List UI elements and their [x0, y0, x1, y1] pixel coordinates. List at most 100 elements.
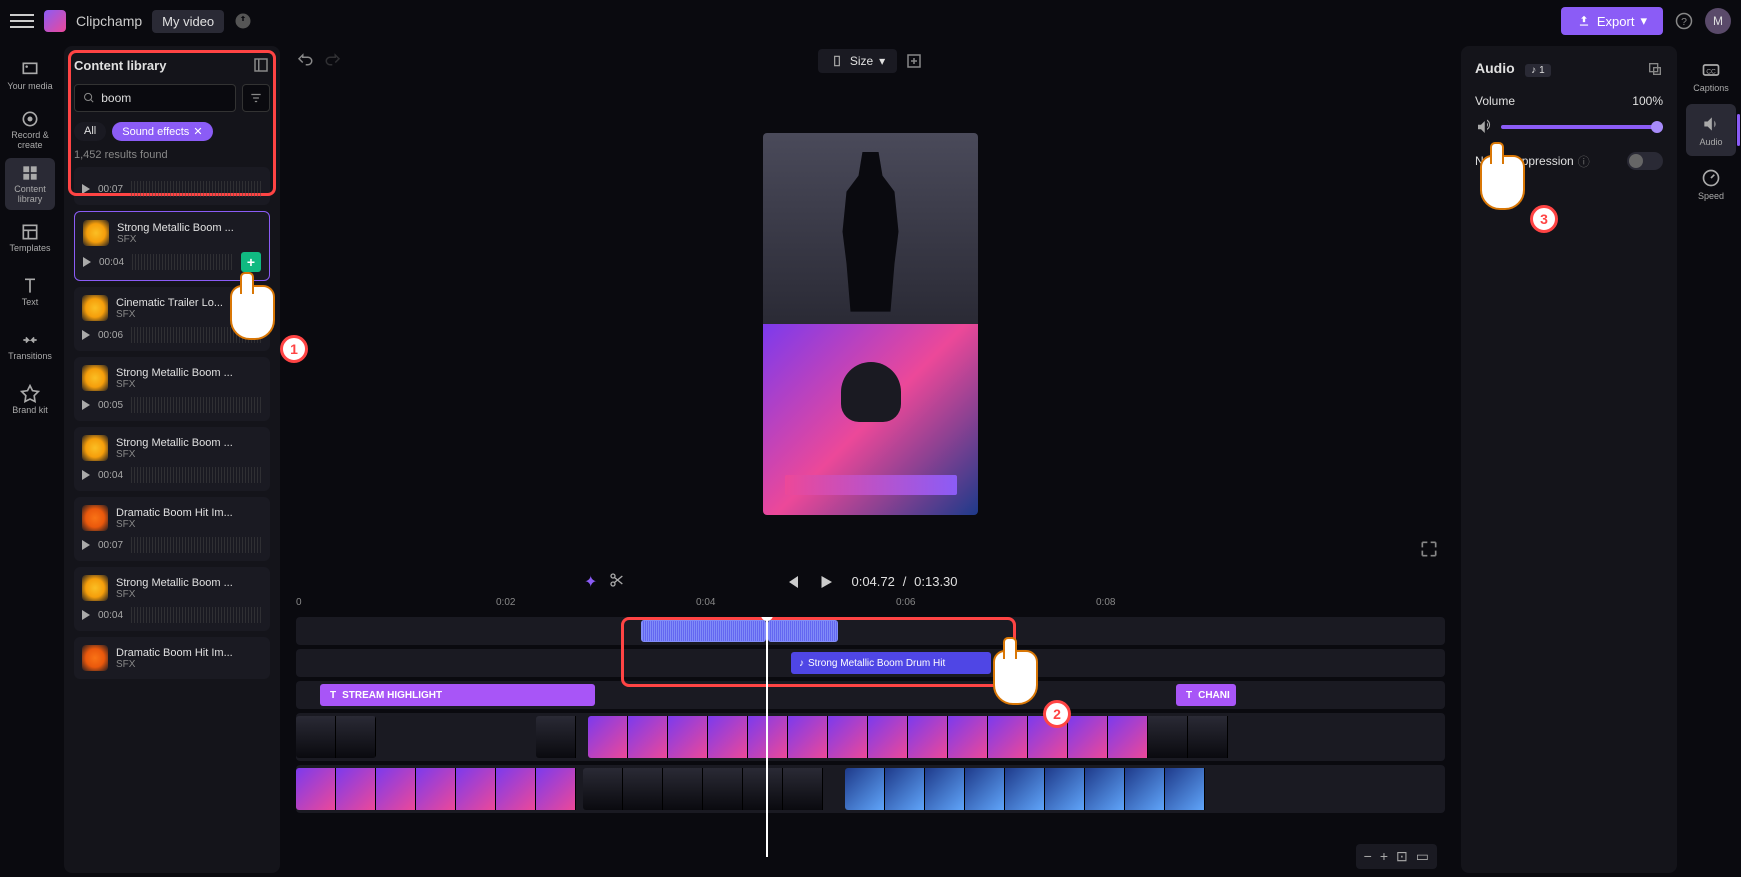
rail-transitions[interactable]: Transitions	[5, 320, 55, 372]
search-box[interactable]	[74, 84, 236, 112]
skip-back-button[interactable]	[783, 573, 801, 591]
right-rail-speed[interactable]: Speed	[1686, 158, 1736, 210]
rail-brand-kit[interactable]: Brand kit	[5, 374, 55, 426]
sound-item[interactable]: Strong Metallic Boom ...SFX00:04+	[74, 211, 270, 281]
sound-name: Strong Metallic Boom ...	[116, 367, 262, 379]
speaker-icon[interactable]	[1475, 118, 1493, 136]
waveform	[131, 607, 262, 623]
video-track-2[interactable]	[296, 765, 1445, 813]
sound-item[interactable]: Strong Metallic Boom ...SFX00:04	[74, 567, 270, 631]
audio-track-1[interactable]	[296, 617, 1445, 645]
volume-slider[interactable]	[1501, 125, 1663, 129]
video-clip-2c[interactable]	[845, 768, 1236, 810]
info-icon[interactable]: ⓘ	[1578, 153, 1590, 170]
sound-duration: 00:06	[98, 330, 123, 341]
right-rail-audio-tab[interactable]: Audio	[1686, 104, 1736, 156]
audio-clip-1[interactable]	[641, 620, 766, 642]
add-button[interactable]: +	[241, 252, 261, 272]
play-icon[interactable]	[82, 330, 90, 340]
video-clip-2b[interactable]	[583, 768, 843, 810]
play-icon[interactable]	[82, 470, 90, 480]
rail-your-media[interactable]: Your media	[5, 50, 55, 102]
undo-button[interactable]	[296, 52, 314, 70]
export-button[interactable]: Export ▾	[1561, 7, 1663, 35]
user-avatar[interactable]: M	[1705, 8, 1731, 34]
fullscreen-button[interactable]	[1419, 539, 1439, 559]
sound-item[interactable]: Dramatic Boom Hit Im...SFX	[74, 637, 270, 679]
play-icon[interactable]	[82, 184, 90, 194]
play-icon[interactable]	[82, 610, 90, 620]
detach-icon[interactable]	[1647, 61, 1663, 77]
sound-duration: 00:04	[98, 610, 123, 621]
project-name[interactable]: My video	[152, 10, 224, 33]
noise-toggle[interactable]	[1627, 152, 1663, 170]
play-icon[interactable]	[82, 540, 90, 550]
ruler-tick: 0:04	[696, 597, 715, 608]
expand-button[interactable]: ▭	[1416, 848, 1429, 865]
slider-thumb[interactable]	[1651, 121, 1663, 133]
video-clip-1a[interactable]	[296, 716, 376, 758]
play-icon[interactable]	[82, 400, 90, 410]
chevron-down-icon: ▾	[1640, 13, 1647, 29]
rail-text[interactable]: Text	[5, 266, 55, 318]
video-preview[interactable]	[763, 133, 978, 515]
search-input[interactable]	[101, 91, 227, 105]
help-icon[interactable]: ?	[1675, 12, 1693, 30]
fit-button[interactable]: ⊡	[1396, 848, 1408, 865]
chevron-down-icon: ▾	[879, 54, 885, 68]
redo-button[interactable]	[324, 52, 342, 70]
rail-record-create[interactable]: Record & create	[5, 104, 55, 156]
rail-label: Captions	[1693, 83, 1729, 93]
zoom-out-button[interactable]: −	[1364, 848, 1372, 865]
close-icon[interactable]: ✕	[193, 125, 202, 138]
chip-all[interactable]: All	[74, 122, 106, 141]
sound-duration: 00:07	[98, 184, 123, 195]
zoom-in-button[interactable]: +	[1380, 848, 1388, 865]
sound-item[interactable]: Strong Metallic Boom ...SFX00:04	[74, 427, 270, 491]
video-clip-1b[interactable]	[536, 716, 586, 758]
ruler-tick: 0	[296, 597, 302, 608]
sound-item[interactable]: Dramatic Boom Hit Im...SFX00:07	[74, 497, 270, 561]
sound-item[interactable]: Cinematic Trailer Lo...SFX00:06	[74, 287, 270, 351]
results-count: 1,452 results found	[74, 149, 270, 161]
audio-track-2[interactable]: ♪ Strong Metallic Boom Drum Hit	[296, 649, 1445, 677]
video-track-1[interactable]	[296, 713, 1445, 761]
rail-content-library[interactable]: Content library	[5, 158, 55, 210]
volume-label: Volume	[1475, 94, 1515, 108]
sound-duration: 00:05	[98, 400, 123, 411]
rail-label: Speed	[1698, 191, 1724, 201]
video-clip-2a[interactable]	[296, 768, 581, 810]
brand-kit-icon	[20, 384, 40, 404]
magic-button[interactable]: ✦	[584, 572, 597, 592]
play-icon[interactable]	[83, 257, 91, 267]
playhead[interactable]	[766, 617, 768, 857]
export-frame-icon[interactable]	[905, 52, 923, 70]
timeline-ruler[interactable]: 00:020:040:060:08	[296, 597, 1445, 617]
music-clip[interactable]: ♪ Strong Metallic Boom Drum Hit	[791, 652, 991, 674]
menu-button[interactable]	[10, 9, 34, 33]
ruler-tick: 0:06	[896, 597, 915, 608]
size-selector[interactable]: Size ▾	[818, 49, 897, 73]
audio-clip-2[interactable]	[768, 620, 838, 642]
sound-duration: 00:07	[98, 540, 123, 551]
expand-icon[interactable]	[252, 56, 270, 74]
text-clip-2[interactable]: T CHANI	[1176, 684, 1236, 706]
video-clip-1c[interactable]	[588, 716, 1236, 758]
filter-button[interactable]	[242, 84, 270, 112]
sound-item[interactable]: 00:07	[74, 167, 270, 205]
sound-thumb	[82, 505, 108, 531]
filter-icon	[249, 91, 263, 105]
text-track[interactable]: T STREAM HIGHLIGHT T CHANI	[296, 681, 1445, 709]
play-button[interactable]	[817, 573, 835, 591]
scissors-icon[interactable]	[609, 572, 625, 588]
timeline-tracks[interactable]: ♪ Strong Metallic Boom Drum Hit T STREAM…	[296, 617, 1445, 857]
chip-label: Sound effects	[122, 126, 189, 138]
right-rail-captions[interactable]: CCCaptions	[1686, 50, 1736, 102]
rail-label: Your media	[7, 82, 52, 92]
volume-value: 100%	[1632, 94, 1663, 108]
sound-item[interactable]: Strong Metallic Boom ...SFX00:05	[74, 357, 270, 421]
text-clip-1[interactable]: T STREAM HIGHLIGHT	[320, 684, 595, 706]
rail-templates[interactable]: Templates	[5, 212, 55, 264]
ruler-tick: 0:02	[496, 597, 515, 608]
chip-sound-effects[interactable]: Sound effects ✕	[112, 122, 212, 141]
